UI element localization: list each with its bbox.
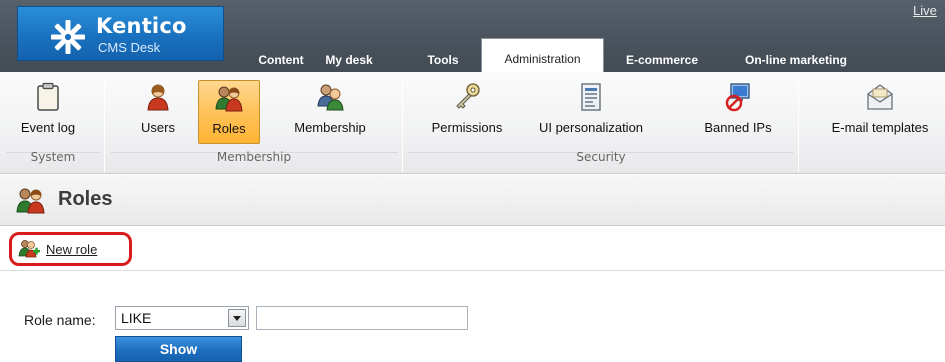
- clipboard-icon: [37, 82, 59, 111]
- permissions-label: Permissions: [431, 120, 503, 135]
- tab-my-desk[interactable]: My desk: [318, 48, 380, 72]
- email-templates-button[interactable]: E-mail templates: [818, 80, 942, 144]
- operator-value: LIKE: [121, 310, 152, 326]
- permissions-button[interactable]: Permissions: [418, 80, 516, 144]
- chevron-down-icon[interactable]: [228, 309, 246, 327]
- role-name-input[interactable]: [256, 306, 468, 330]
- toolbar-separator: [798, 78, 799, 172]
- group-label-security: Security: [576, 150, 626, 164]
- main-tabs: Content My desk Tools Administration E-c…: [0, 38, 945, 72]
- actions-bar: New role: [0, 227, 945, 271]
- ui-personalization-label: UI personalization: [538, 120, 644, 135]
- email-icon: [867, 84, 893, 110]
- users-button[interactable]: Users: [126, 80, 190, 144]
- user-icon: [147, 84, 169, 111]
- group-label-system: System: [30, 150, 76, 164]
- page-title-bar: Roles: [0, 175, 945, 226]
- banned-ips-label: Banned IPs: [704, 120, 772, 135]
- event-log-label: Event log: [20, 120, 76, 135]
- event-log-button[interactable]: Event log: [6, 80, 90, 144]
- logo-title: Kentico: [96, 14, 187, 38]
- users-label: Users: [141, 120, 175, 135]
- new-role-link[interactable]: New role: [46, 242, 97, 257]
- banned-ips-button[interactable]: Banned IPs: [690, 80, 786, 144]
- toolbar-separator: [104, 78, 105, 172]
- roles-button[interactable]: Roles: [198, 80, 260, 144]
- tab-online-marketing[interactable]: On-line marketing: [728, 48, 864, 72]
- tab-content[interactable]: Content: [248, 48, 314, 72]
- new-role-highlight[interactable]: New role: [9, 232, 132, 266]
- banned-ip-icon: [725, 83, 750, 112]
- membership-icon: [317, 84, 344, 111]
- membership-button[interactable]: Membership: [280, 80, 380, 144]
- app-header: Kentico CMS Desk Live Content My desk To…: [0, 0, 945, 72]
- ui-personalization-icon: [581, 83, 601, 111]
- toolbar-separator: [402, 78, 403, 172]
- live-site-link[interactable]: Live: [913, 3, 937, 18]
- ui-personalization-button[interactable]: UI personalization: [532, 80, 650, 144]
- email-templates-label: E-mail templates: [831, 120, 929, 135]
- membership-label: Membership: [294, 120, 366, 135]
- tab-tools[interactable]: Tools: [418, 48, 468, 72]
- role-name-operator-select[interactable]: LIKE: [115, 306, 249, 330]
- role-name-label: Role name:: [24, 312, 96, 328]
- roles-icon: [215, 86, 243, 112]
- group-label-membership: Membership: [216, 150, 292, 164]
- key-icon: [456, 83, 480, 109]
- admin-toolbar: Event log Users Roles Membership Permiss…: [0, 72, 945, 174]
- tab-e-commerce[interactable]: E-commerce: [610, 48, 714, 72]
- tab-administration[interactable]: Administration: [481, 38, 604, 72]
- page-title: Roles: [58, 188, 113, 210]
- add-role-icon: [18, 240, 40, 258]
- roles-label: Roles: [212, 121, 246, 136]
- roles-icon: [16, 188, 45, 214]
- show-button[interactable]: Show: [115, 336, 242, 362]
